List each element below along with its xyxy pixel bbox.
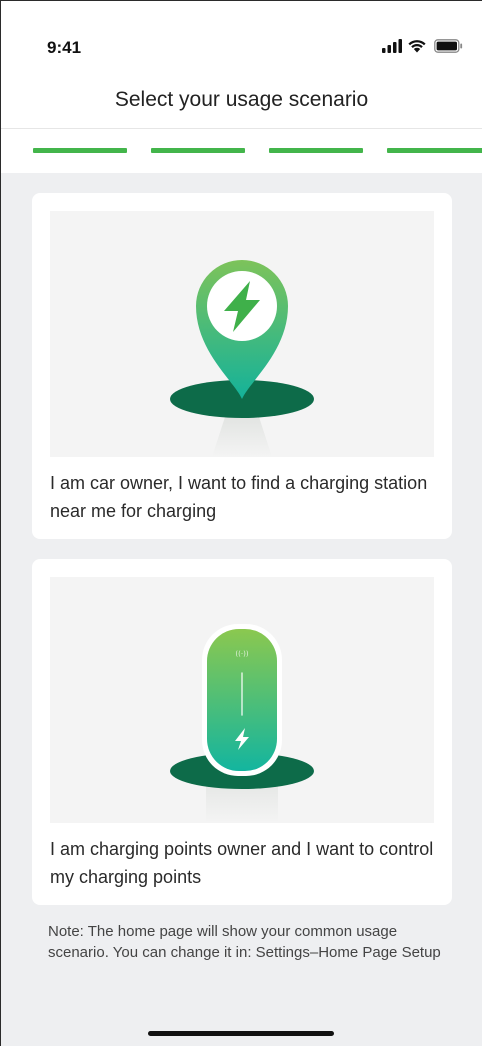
home-indicator[interactable] bbox=[148, 1031, 334, 1036]
nav-header: Select your usage scenario bbox=[1, 67, 482, 129]
option-label: I am charging points owner and I want to… bbox=[50, 839, 434, 887]
wifi-icon bbox=[408, 40, 426, 53]
option-image bbox=[50, 211, 434, 457]
option-image: ((·)) bbox=[50, 577, 434, 823]
status-time: 9:41 bbox=[47, 38, 82, 57]
page-title: Select your usage scenario bbox=[114, 88, 369, 111]
option-label: I am car owner, I want to find a chargin… bbox=[50, 473, 428, 521]
step-progress bbox=[1, 129, 482, 173]
content-area: I am car owner, I want to find a chargin… bbox=[1, 173, 482, 1046]
progress-step-1 bbox=[33, 148, 127, 153]
status-icons bbox=[372, 37, 482, 55]
svg-text:((·)): ((·)) bbox=[235, 650, 248, 658]
progress-step-4 bbox=[387, 148, 482, 153]
option-charger-owner-card[interactable]: ((·)) I am charging points owner and I w… bbox=[32, 559, 452, 905]
status-bar: 9:41 bbox=[1, 1, 482, 67]
app-screen: 9:41 Select your usage scenario I am car… bbox=[0, 0, 482, 1046]
usage-note: Note: The home page will show your commo… bbox=[48, 923, 441, 961]
progress-step-3 bbox=[269, 148, 363, 153]
wallbox-charger-icon: ((·)) bbox=[170, 624, 314, 823]
battery-icon bbox=[434, 39, 463, 53]
location-pin-charging-icon bbox=[170, 260, 314, 457]
option-car-owner-card[interactable]: I am car owner, I want to find a chargin… bbox=[32, 193, 452, 539]
progress-step-2 bbox=[151, 148, 245, 153]
cellular-signal-icon bbox=[382, 39, 402, 53]
